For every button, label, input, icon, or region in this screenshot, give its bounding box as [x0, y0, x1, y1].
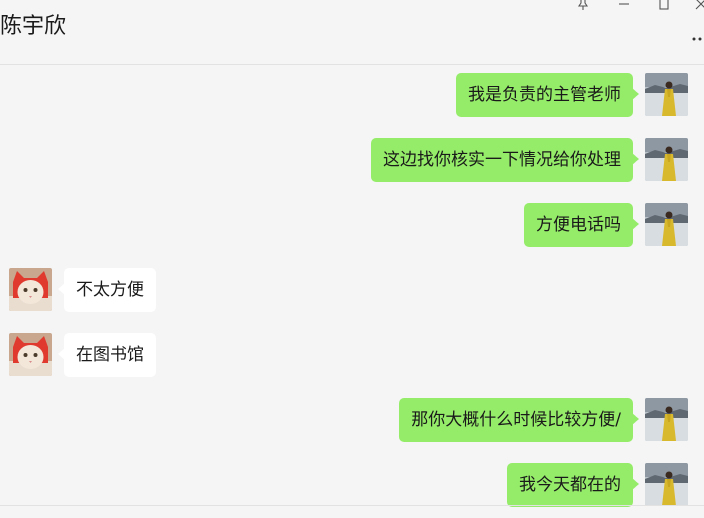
- contact-name: 陈宇欣: [0, 14, 67, 39]
- contact-avatar[interactable]: [9, 333, 52, 376]
- message-row-outgoing: 方便电话吗: [524, 203, 688, 247]
- message-row-incoming: 不太方便: [9, 268, 156, 312]
- my-avatar[interactable]: [645, 203, 688, 246]
- message-bubble[interactable]: 方便电话吗: [524, 203, 639, 247]
- message-row-outgoing: 这边找你核实一下情况给你处理: [371, 138, 688, 182]
- pin-icon[interactable]: [574, 0, 592, 12]
- chat-header: 陈宇欣: [0, 0, 704, 65]
- message-row-outgoing: 我今天都在的: [507, 463, 688, 507]
- close-icon[interactable]: [692, 0, 704, 12]
- message-row-incoming: 在图书馆: [9, 333, 156, 377]
- contact-avatar[interactable]: [9, 268, 52, 311]
- message-list[interactable]: 我是负责的主管老师 这边找你核实一下情况给你处理 方便电话吗 不太方便 在图书馆…: [0, 65, 704, 507]
- message-bubble[interactable]: 这边找你核实一下情况给你处理: [371, 138, 639, 182]
- my-avatar[interactable]: [645, 463, 688, 506]
- message-bubble[interactable]: 我是负责的主管老师: [456, 73, 639, 117]
- message-bubble[interactable]: 在图书馆: [58, 333, 156, 377]
- more-icon[interactable]: [692, 30, 704, 42]
- message-row-outgoing: 那你大概什么时候比较方便/: [399, 398, 688, 442]
- message-bubble[interactable]: 不太方便: [58, 268, 156, 312]
- message-bubble[interactable]: 那你大概什么时候比较方便/: [399, 398, 639, 442]
- minimize-icon[interactable]: [615, 0, 633, 12]
- maximize-icon[interactable]: [655, 0, 673, 12]
- message-bubble[interactable]: 我今天都在的: [507, 463, 639, 507]
- message-row-outgoing: 我是负责的主管老师: [456, 73, 688, 117]
- my-avatar[interactable]: [645, 138, 688, 181]
- input-divider: [0, 505, 704, 506]
- my-avatar[interactable]: [645, 73, 688, 116]
- my-avatar[interactable]: [645, 398, 688, 441]
